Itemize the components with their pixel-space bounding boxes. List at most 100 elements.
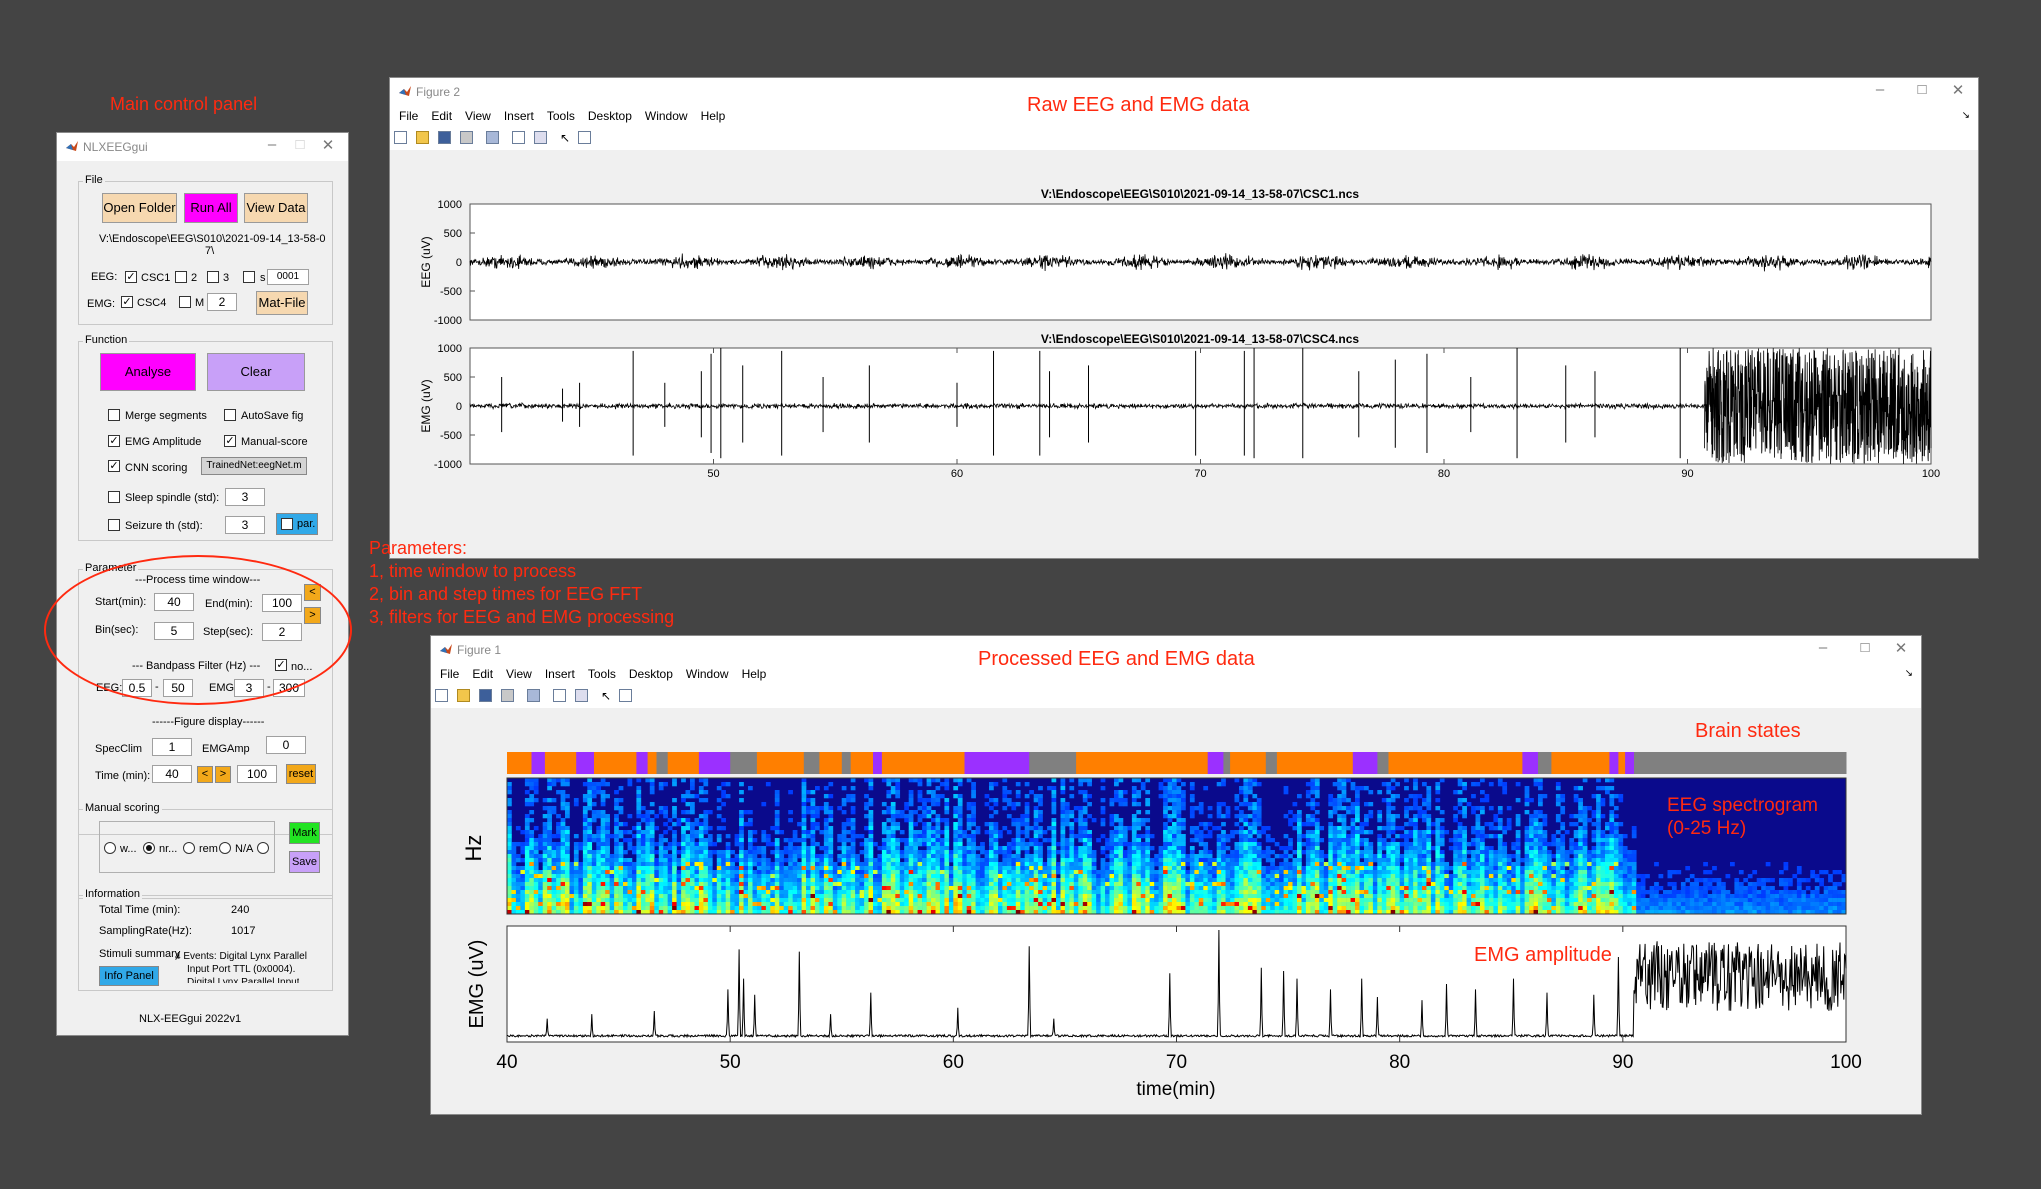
pointer-icon[interactable]: ↖ [601, 689, 614, 703]
radio-na[interactable] [219, 842, 231, 854]
radio-extra[interactable] [257, 842, 269, 854]
time-start-field[interactable]: 40 [152, 765, 192, 783]
menu-file[interactable]: File [399, 106, 418, 126]
start-field[interactable]: 40 [154, 593, 194, 611]
menu-edit[interactable]: Edit [472, 664, 493, 684]
menu-view[interactable]: View [506, 664, 532, 684]
radio-nrem[interactable] [143, 842, 155, 854]
new-figure-icon[interactable] [394, 131, 407, 144]
property-editor-icon[interactable] [578, 131, 591, 144]
eeg-low-field[interactable]: 0.5 [122, 679, 152, 697]
eeg-s-field[interactable]: 0001 [267, 269, 309, 285]
minimize-icon[interactable]: – [1809, 639, 1837, 656]
print-icon[interactable] [501, 689, 514, 702]
menu-desktop[interactable]: Desktop [588, 106, 632, 126]
open-file-icon[interactable] [416, 131, 429, 144]
legend-icon[interactable] [575, 689, 588, 702]
clear-button[interactable]: Clear [207, 353, 305, 391]
run-all-button[interactable]: Run All [184, 193, 238, 223]
eeg-2-checkbox[interactable] [175, 271, 187, 283]
open-file-icon[interactable] [457, 689, 470, 702]
menu-file[interactable]: File [440, 664, 459, 684]
cnn-scoring-checkbox[interactable]: ✓ [108, 460, 120, 472]
menu-help[interactable]: Help [742, 664, 767, 684]
spectrogram-cell [551, 886, 557, 891]
radio-rem[interactable] [183, 842, 195, 854]
link-plot-icon[interactable] [486, 131, 499, 144]
spectrogram-cell [524, 826, 530, 831]
emg-csc4-checkbox[interactable]: ✓ [121, 296, 133, 308]
bin-field[interactable]: 5 [154, 622, 194, 640]
window-next-button[interactable]: > [304, 607, 321, 624]
maximize-icon[interactable]: □ [1908, 81, 1936, 98]
manual-score-checkbox[interactable]: ✓ [224, 435, 236, 447]
menu-window[interactable]: Window [645, 106, 688, 126]
seizure-th-checkbox[interactable] [108, 519, 120, 531]
eeg-csc1-checkbox[interactable]: ✓ [125, 271, 137, 283]
pointer-icon[interactable]: ↖ [560, 131, 573, 145]
minimize-icon[interactable]: – [258, 136, 286, 153]
par-checkbox[interactable] [281, 518, 293, 530]
radio-wake[interactable] [104, 842, 116, 854]
view-data-button[interactable]: View Data [244, 193, 308, 223]
eeg-s-checkbox[interactable] [243, 271, 255, 283]
dock-arrow-icon[interactable]: ↘ [1905, 664, 1913, 684]
emg-high-field[interactable]: 300 [273, 679, 305, 697]
menu-help[interactable]: Help [701, 106, 726, 126]
menu-insert[interactable]: Insert [545, 664, 575, 684]
colorbar-icon[interactable] [553, 689, 566, 702]
save-button[interactable]: Save [289, 851, 320, 873]
maximize-icon[interactable]: □ [1851, 639, 1879, 656]
menu-tools[interactable]: Tools [547, 106, 575, 126]
close-icon[interactable]: ✕ [1887, 639, 1915, 657]
minimize-icon[interactable]: – [1866, 81, 1894, 98]
open-folder-button[interactable]: Open Folder [102, 193, 177, 223]
mark-button[interactable]: Mark [289, 822, 320, 844]
step-field[interactable]: 2 [262, 623, 302, 641]
end-field[interactable]: 100 [262, 594, 302, 612]
emg-m-field[interactable]: 2 [207, 293, 237, 311]
menu-window[interactable]: Window [686, 664, 729, 684]
spectrogram-cell [779, 862, 785, 867]
bandpass-no-checkbox[interactable]: ✓ [275, 659, 287, 671]
emg-low-field[interactable]: 3 [234, 679, 264, 697]
new-figure-icon[interactable] [435, 689, 448, 702]
merge-segments-checkbox[interactable] [108, 409, 120, 421]
sleep-spindle-field[interactable]: 3 [225, 488, 265, 506]
par-button[interactable]: par. [276, 513, 318, 535]
sleep-spindle-checkbox[interactable] [108, 491, 120, 503]
close-icon[interactable]: ✕ [314, 136, 342, 154]
window-prev-button[interactable]: < [304, 584, 321, 601]
menu-desktop[interactable]: Desktop [629, 664, 673, 684]
print-icon[interactable] [460, 131, 473, 144]
legend-icon[interactable] [534, 131, 547, 144]
emgamp-field[interactable]: 0 [266, 736, 306, 754]
save-icon[interactable] [438, 131, 451, 144]
colorbar-icon[interactable] [512, 131, 525, 144]
time-next-button[interactable]: > [215, 766, 231, 783]
dock-arrow-icon[interactable]: ↘ [1962, 106, 1970, 126]
autosave-fig-checkbox[interactable] [224, 409, 236, 421]
seizure-th-field[interactable]: 3 [225, 516, 265, 534]
property-editor-icon[interactable] [619, 689, 632, 702]
link-plot-icon[interactable] [527, 689, 540, 702]
menu-insert[interactable]: Insert [504, 106, 534, 126]
info-panel-button[interactable]: Info Panel [99, 966, 159, 986]
eeg-3-checkbox[interactable] [207, 271, 219, 283]
menu-edit[interactable]: Edit [431, 106, 452, 126]
analyse-button[interactable]: Analyse [100, 353, 196, 391]
save-icon[interactable] [479, 689, 492, 702]
specclim-field[interactable]: 1 [152, 738, 192, 756]
close-icon[interactable]: ✕ [1944, 81, 1972, 99]
reset-button[interactable]: reset [286, 764, 316, 784]
time-end-field[interactable]: 100 [237, 765, 277, 783]
time-prev-button[interactable]: < [197, 766, 213, 783]
trained-net-button[interactable]: TrainedNet:eegNet.m [201, 457, 307, 475]
menu-tools[interactable]: Tools [588, 664, 616, 684]
eeg-high-field[interactable]: 50 [163, 679, 193, 697]
maximize-icon[interactable]: □ [286, 136, 314, 153]
emg-m-checkbox[interactable] [179, 296, 191, 308]
emg-amplitude-checkbox[interactable]: ✓ [108, 435, 120, 447]
mat-file-button[interactable]: Mat-File [256, 291, 308, 315]
menu-view[interactable]: View [465, 106, 491, 126]
